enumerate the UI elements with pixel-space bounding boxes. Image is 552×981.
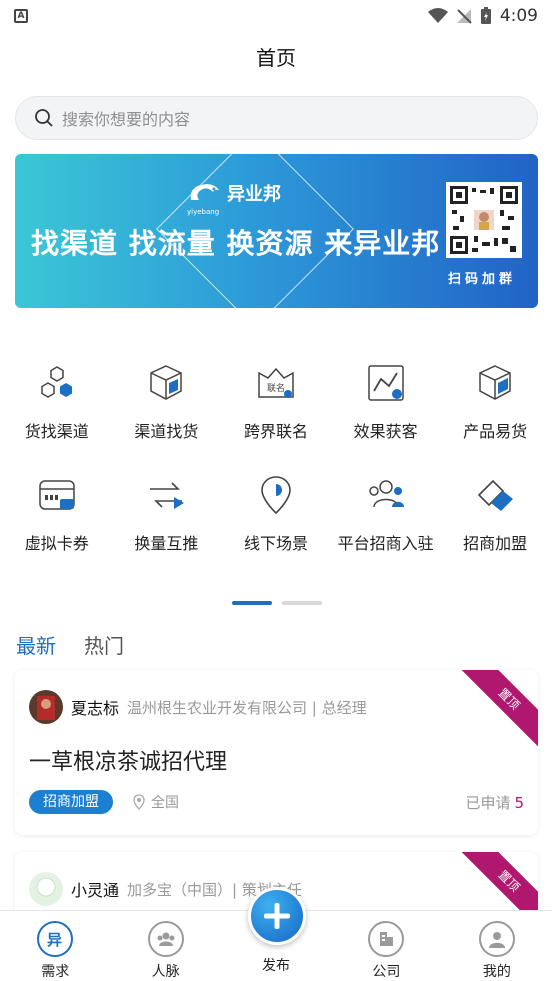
category-item[interactable]: 线下场景 (221, 472, 331, 584)
demand-icon: 异 (37, 921, 74, 957)
category-item[interactable]: 换量互推 (112, 472, 222, 584)
category-item[interactable]: 联名 跨界联名 (221, 360, 331, 472)
banner-slogan: 找渠道 找流量 换资源 来异业邦 (31, 227, 441, 260)
applied-count: 已申请 5 (465, 794, 524, 812)
joint-name-icon: 联名 (253, 360, 299, 406)
category-item[interactable]: 货找渠道 (2, 360, 112, 472)
category-pager (232, 601, 322, 605)
category-item[interactable]: 虚拟卡券 (2, 472, 112, 584)
profile-icon (478, 921, 515, 957)
author-name: 小灵通 (71, 881, 120, 900)
publish-button[interactable] (248, 887, 306, 945)
battery-icon (480, 7, 491, 24)
nav-contacts[interactable]: 人脉 (110, 911, 220, 981)
post-title: 一草根凉茶诚招代理 (29, 750, 228, 775)
pager-dot-active[interactable] (232, 601, 272, 605)
post-location: 全国 (133, 792, 179, 812)
category-item[interactable]: 招商加盟 (440, 472, 550, 584)
category-item[interactable]: 平台招商入驻 (331, 472, 441, 584)
pinned-badge: 置顶 (460, 670, 538, 748)
wifi-icon (427, 8, 448, 23)
category-item[interactable]: 产品易货 (440, 360, 550, 472)
card-coupon-icon (34, 472, 80, 518)
promo-banner[interactable]: 异业邦 yiyebang 找渠道 找流量 换资源 来异业邦 扫码加群 (15, 154, 538, 308)
svg-text:联名: 联名 (267, 382, 285, 394)
location-icon (133, 794, 145, 810)
feed-tabs: 最新 热门 (16, 630, 124, 659)
plus-icon (264, 903, 290, 929)
location-pin-icon (253, 472, 299, 518)
pager-dot[interactable] (282, 601, 322, 605)
chameleon-logo-icon (190, 184, 219, 200)
svg-text:异: 异 (47, 931, 62, 949)
category-grid: 货找渠道 渠道找货 联名 跨界联名 效果获客 产品易货 虚拟卡券 换量互推 线下… (0, 360, 552, 584)
boxes-icon (143, 360, 189, 406)
clock: 4:09 (499, 6, 538, 26)
handshake-icon (472, 472, 518, 518)
no-signal-icon (456, 9, 472, 24)
users-group-icon (363, 472, 409, 518)
status-bar: A 4:09 (0, 0, 552, 32)
page-title: 首页 (256, 46, 296, 70)
search-placeholder: 搜索你想要的内容 (62, 110, 191, 129)
author-company: 温州根生农业开发有限公司 | 总经理 (127, 698, 367, 717)
notification-icon: A (14, 9, 28, 23)
category-item[interactable]: 渠道找货 (112, 360, 222, 472)
author-name: 夏志标 (71, 699, 120, 718)
trend-chart-icon (363, 360, 409, 406)
nav-mine[interactable]: 我的 (442, 911, 552, 981)
avatar[interactable] (29, 872, 63, 906)
search-icon (35, 109, 53, 127)
company-icon (368, 921, 405, 957)
qr-label: 扫码加群 (447, 272, 516, 287)
product-box-icon (472, 360, 518, 406)
category-tag: 招商加盟 (29, 790, 113, 814)
search-input[interactable]: 搜索你想要的内容 (15, 96, 538, 140)
tab-latest[interactable]: 最新 (16, 630, 56, 659)
post-card[interactable]: 置顶 夏志标 温州根生农业开发有限公司 | 总经理 一草根凉茶诚招代理 招商加盟… (15, 670, 538, 835)
nav-company[interactable]: 公司 (331, 911, 441, 981)
qr-code (446, 182, 522, 258)
contacts-icon (147, 921, 184, 957)
exchange-arrows-icon (143, 472, 189, 518)
banner-logo: 异业邦 yiyebang (187, 180, 281, 216)
avatar[interactable] (29, 690, 63, 724)
category-item[interactable]: 效果获客 (331, 360, 441, 472)
tab-hot[interactable]: 热门 (84, 630, 124, 659)
nav-demand[interactable]: 异 需求 (0, 911, 110, 981)
hexagon-cubes-icon (34, 360, 80, 406)
